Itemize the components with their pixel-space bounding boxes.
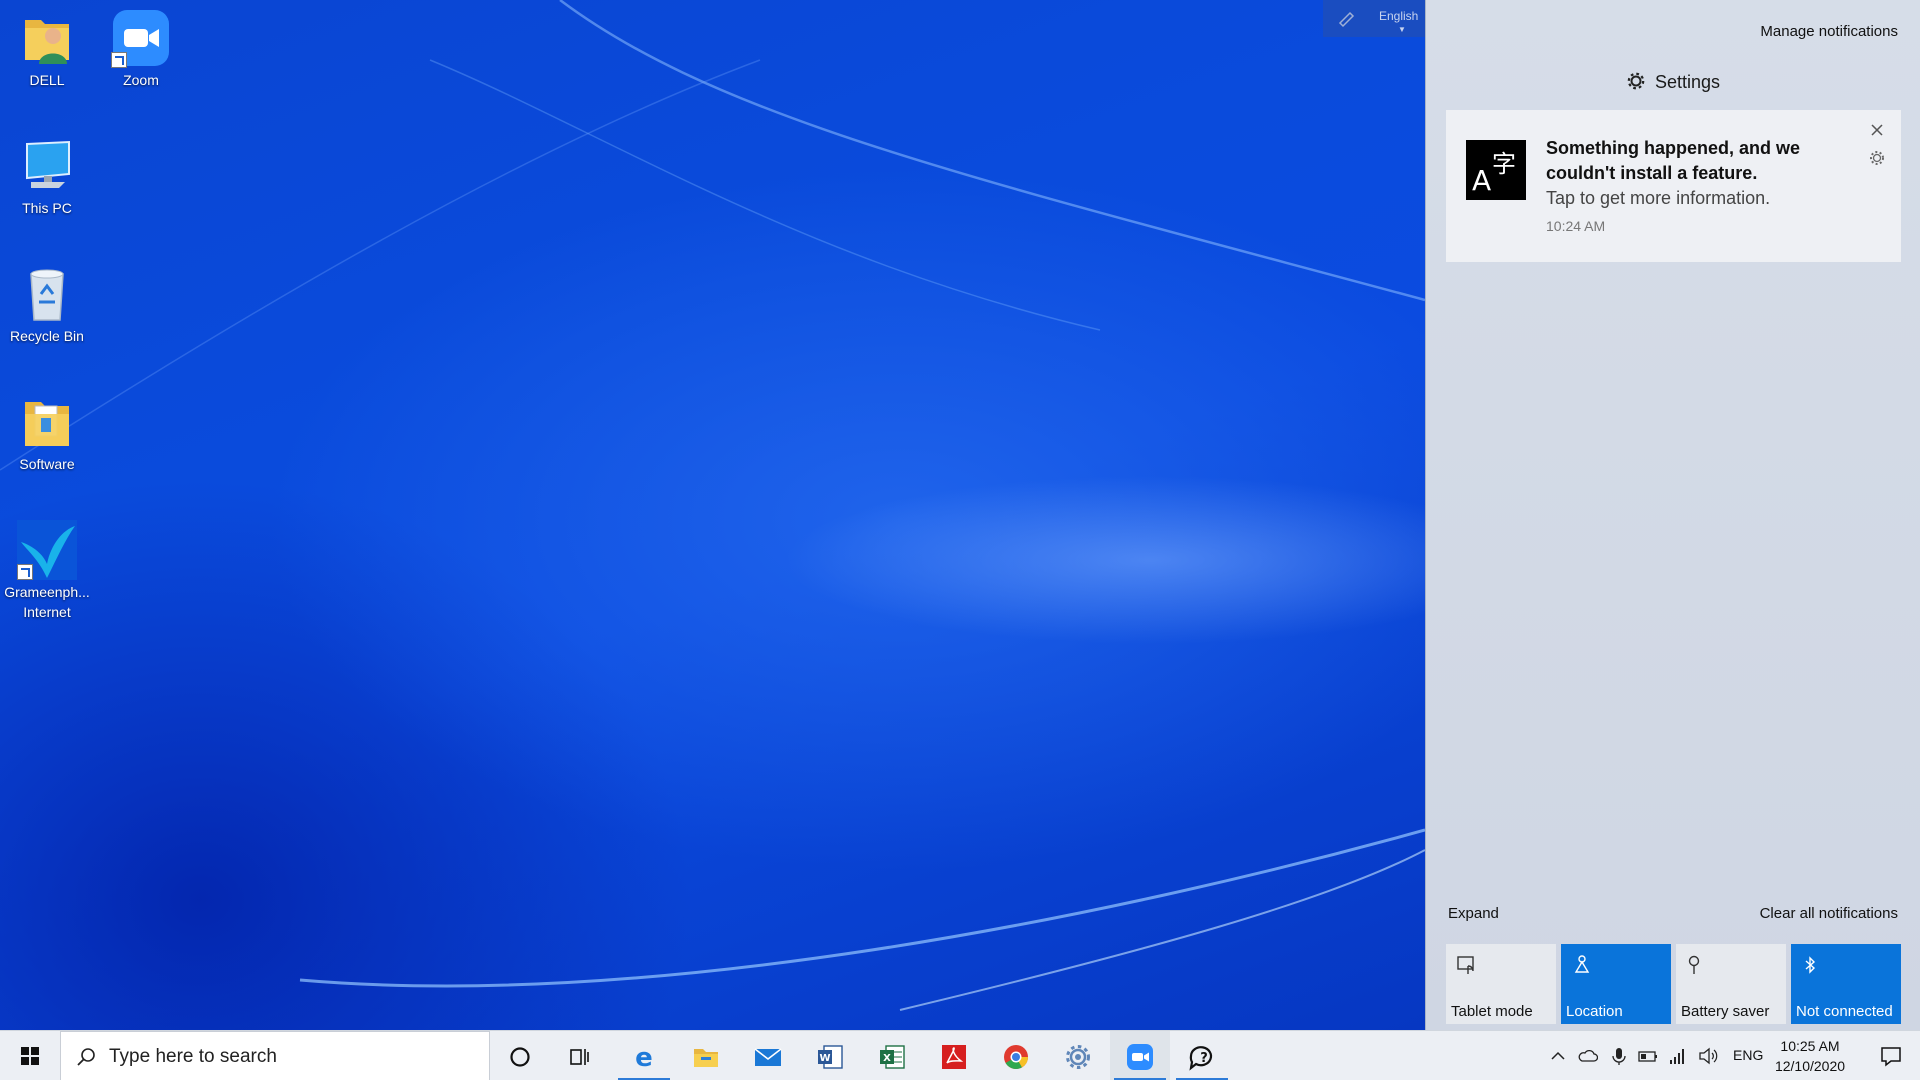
quick-action-label: Tablet mode [1451, 1003, 1533, 1020]
search-input[interactable] [109, 1042, 469, 1072]
task-view-icon [570, 1049, 589, 1065]
taskbar-app-mail[interactable] [738, 1031, 798, 1080]
svg-text:X: X [883, 1053, 891, 1064]
notification-body: Tap to get more information. [1546, 188, 1771, 208]
language-bar[interactable]: English ▼ [1323, 0, 1425, 37]
desktop: DELL Zoom This PC Recycle Bin Software G… [0, 0, 1425, 1030]
shortcut-arrow-icon [17, 564, 33, 580]
pdf-icon [942, 1045, 966, 1069]
cortana-button[interactable] [490, 1031, 550, 1080]
clear-all-notifications-link[interactable]: Clear all notifications [1760, 905, 1898, 922]
start-button[interactable] [0, 1031, 60, 1080]
desktop-icon-label: DELL [29, 72, 65, 88]
quick-action-label: Location [1566, 1003, 1623, 1020]
user-folder-icon [17, 8, 77, 68]
language-feature-icon: A字 [1466, 140, 1526, 200]
quick-action-label: Not connected [1796, 1003, 1893, 1020]
desktop-icon-zoom[interactable]: Zoom [94, 8, 188, 90]
cellular-signal-icon[interactable] [1668, 1046, 1688, 1066]
expand-quick-actions-link[interactable]: Expand [1448, 905, 1499, 922]
gear-app-icon [1066, 1045, 1090, 1069]
microphone-icon[interactable] [1609, 1046, 1629, 1066]
chrome-icon [1004, 1045, 1028, 1070]
zoom-icon [1127, 1044, 1153, 1070]
taskbar-app-settings[interactable] [1048, 1031, 1108, 1080]
svg-text:W: W [819, 1053, 830, 1064]
show-hidden-icons-chevron-icon[interactable] [1548, 1046, 1568, 1066]
word-icon: W [818, 1045, 843, 1069]
close-icon[interactable] [1869, 122, 1885, 138]
location-icon [1574, 955, 1590, 973]
notification-time: 10:24 AM [1546, 218, 1606, 234]
shortcut-arrow-icon [111, 52, 127, 68]
desktop-icon-label: This PC [22, 200, 72, 216]
windows-logo-icon [21, 1047, 39, 1065]
desktop-icon-label: Zoom [123, 72, 159, 88]
task-view-button[interactable] [550, 1031, 610, 1080]
taskbar-app-chrome[interactable] [986, 1031, 1046, 1080]
quick-action-battery-saver[interactable]: Battery saver [1676, 944, 1786, 1024]
quick-action-label: Battery saver [1681, 1003, 1770, 1020]
svg-text:e: e [635, 1043, 653, 1071]
quick-action-location[interactable]: Location [1561, 944, 1671, 1024]
bluetooth-icon [1805, 956, 1816, 974]
desktop-icon-this-pc[interactable]: This PC [0, 136, 94, 218]
desktop-icon-recycle-bin[interactable]: Recycle Bin [0, 264, 94, 346]
quick-action-tablet-mode[interactable]: Tablet mode [1446, 944, 1556, 1024]
edge-icon: e [635, 1043, 653, 1071]
desktop-icon-label: Grameenph... Internet [4, 584, 90, 620]
desktop-icon-label: Recycle Bin [10, 328, 84, 344]
notification-group-header[interactable]: Settings [1426, 72, 1920, 93]
clock-date: 12/10/2020 [1774, 1058, 1846, 1074]
search-icon [77, 1048, 95, 1066]
desktop-icon-dell[interactable]: DELL [0, 8, 94, 90]
recycle-bin-icon [17, 264, 77, 324]
feedback-hub-icon: ? [1189, 1046, 1213, 1071]
volume-icon[interactable] [1698, 1046, 1718, 1066]
notifications-icon [1881, 1047, 1901, 1067]
taskbar-app-word[interactable]: W [800, 1031, 860, 1080]
taskbar-app-acrobat[interactable] [924, 1031, 984, 1080]
handwriting-icon [1338, 11, 1355, 28]
battery-icon[interactable] [1638, 1046, 1658, 1066]
desktop-icon-grameenphone-internet[interactable]: Grameenph... Internet [0, 520, 94, 622]
wallpaper-streaks [0, 0, 1425, 1011]
notification-group-title: Settings [1654, 72, 1721, 92]
language-label: English [1379, 9, 1419, 23]
clock[interactable]: 10:25 AM 12/10/2020 [1770, 1036, 1850, 1076]
onedrive-cloud-icon[interactable] [1578, 1046, 1598, 1066]
taskbar: e W X [0, 1030, 1920, 1080]
mail-icon [754, 1048, 782, 1066]
action-center: Manage notifications Settings A字 Somethi… [1425, 0, 1920, 1030]
desktop-icon-software[interactable]: Software [0, 392, 94, 474]
taskbar-app-edge[interactable]: e [614, 1031, 674, 1080]
clock-time: 10:25 AM [1780, 1038, 1840, 1054]
taskbar-app-excel[interactable]: X [862, 1031, 922, 1080]
gear-icon [1627, 72, 1645, 90]
quick-action-bluetooth[interactable]: Not connected [1791, 944, 1901, 1024]
folder-icon [17, 392, 77, 452]
tablet-mode-icon [1457, 956, 1474, 974]
action-center-button[interactable] [1860, 1031, 1920, 1080]
svg-text:?: ? [1200, 1051, 1208, 1066]
manage-notifications-link[interactable]: Manage notifications [1760, 23, 1898, 40]
zoom-icon [111, 8, 171, 68]
taskbar-app-zoom[interactable] [1110, 1031, 1170, 1080]
taskbar-app-file-explorer[interactable] [676, 1031, 736, 1080]
input-language-indicator[interactable]: ENG [1733, 1047, 1763, 1063]
taskbar-search-box[interactable] [60, 1031, 490, 1080]
excel-icon: X [880, 1045, 905, 1069]
notification-title: Something happened, and we couldn't inst… [1546, 138, 1801, 183]
taskbar-app-feedback-hub[interactable]: ? [1172, 1031, 1232, 1080]
cortana-icon [510, 1047, 530, 1067]
grameenphone-icon [17, 520, 77, 580]
desktop-icon-label: Software [19, 456, 75, 472]
folder-icon [694, 1049, 718, 1067]
notification-card[interactable]: A字 Something happened, and we couldn't i… [1446, 110, 1901, 262]
computer-icon [17, 136, 77, 196]
notification-settings-gear-icon[interactable] [1869, 150, 1885, 166]
chevron-down-icon: ▼ [1398, 25, 1406, 34]
battery-saver-icon [1688, 955, 1700, 974]
